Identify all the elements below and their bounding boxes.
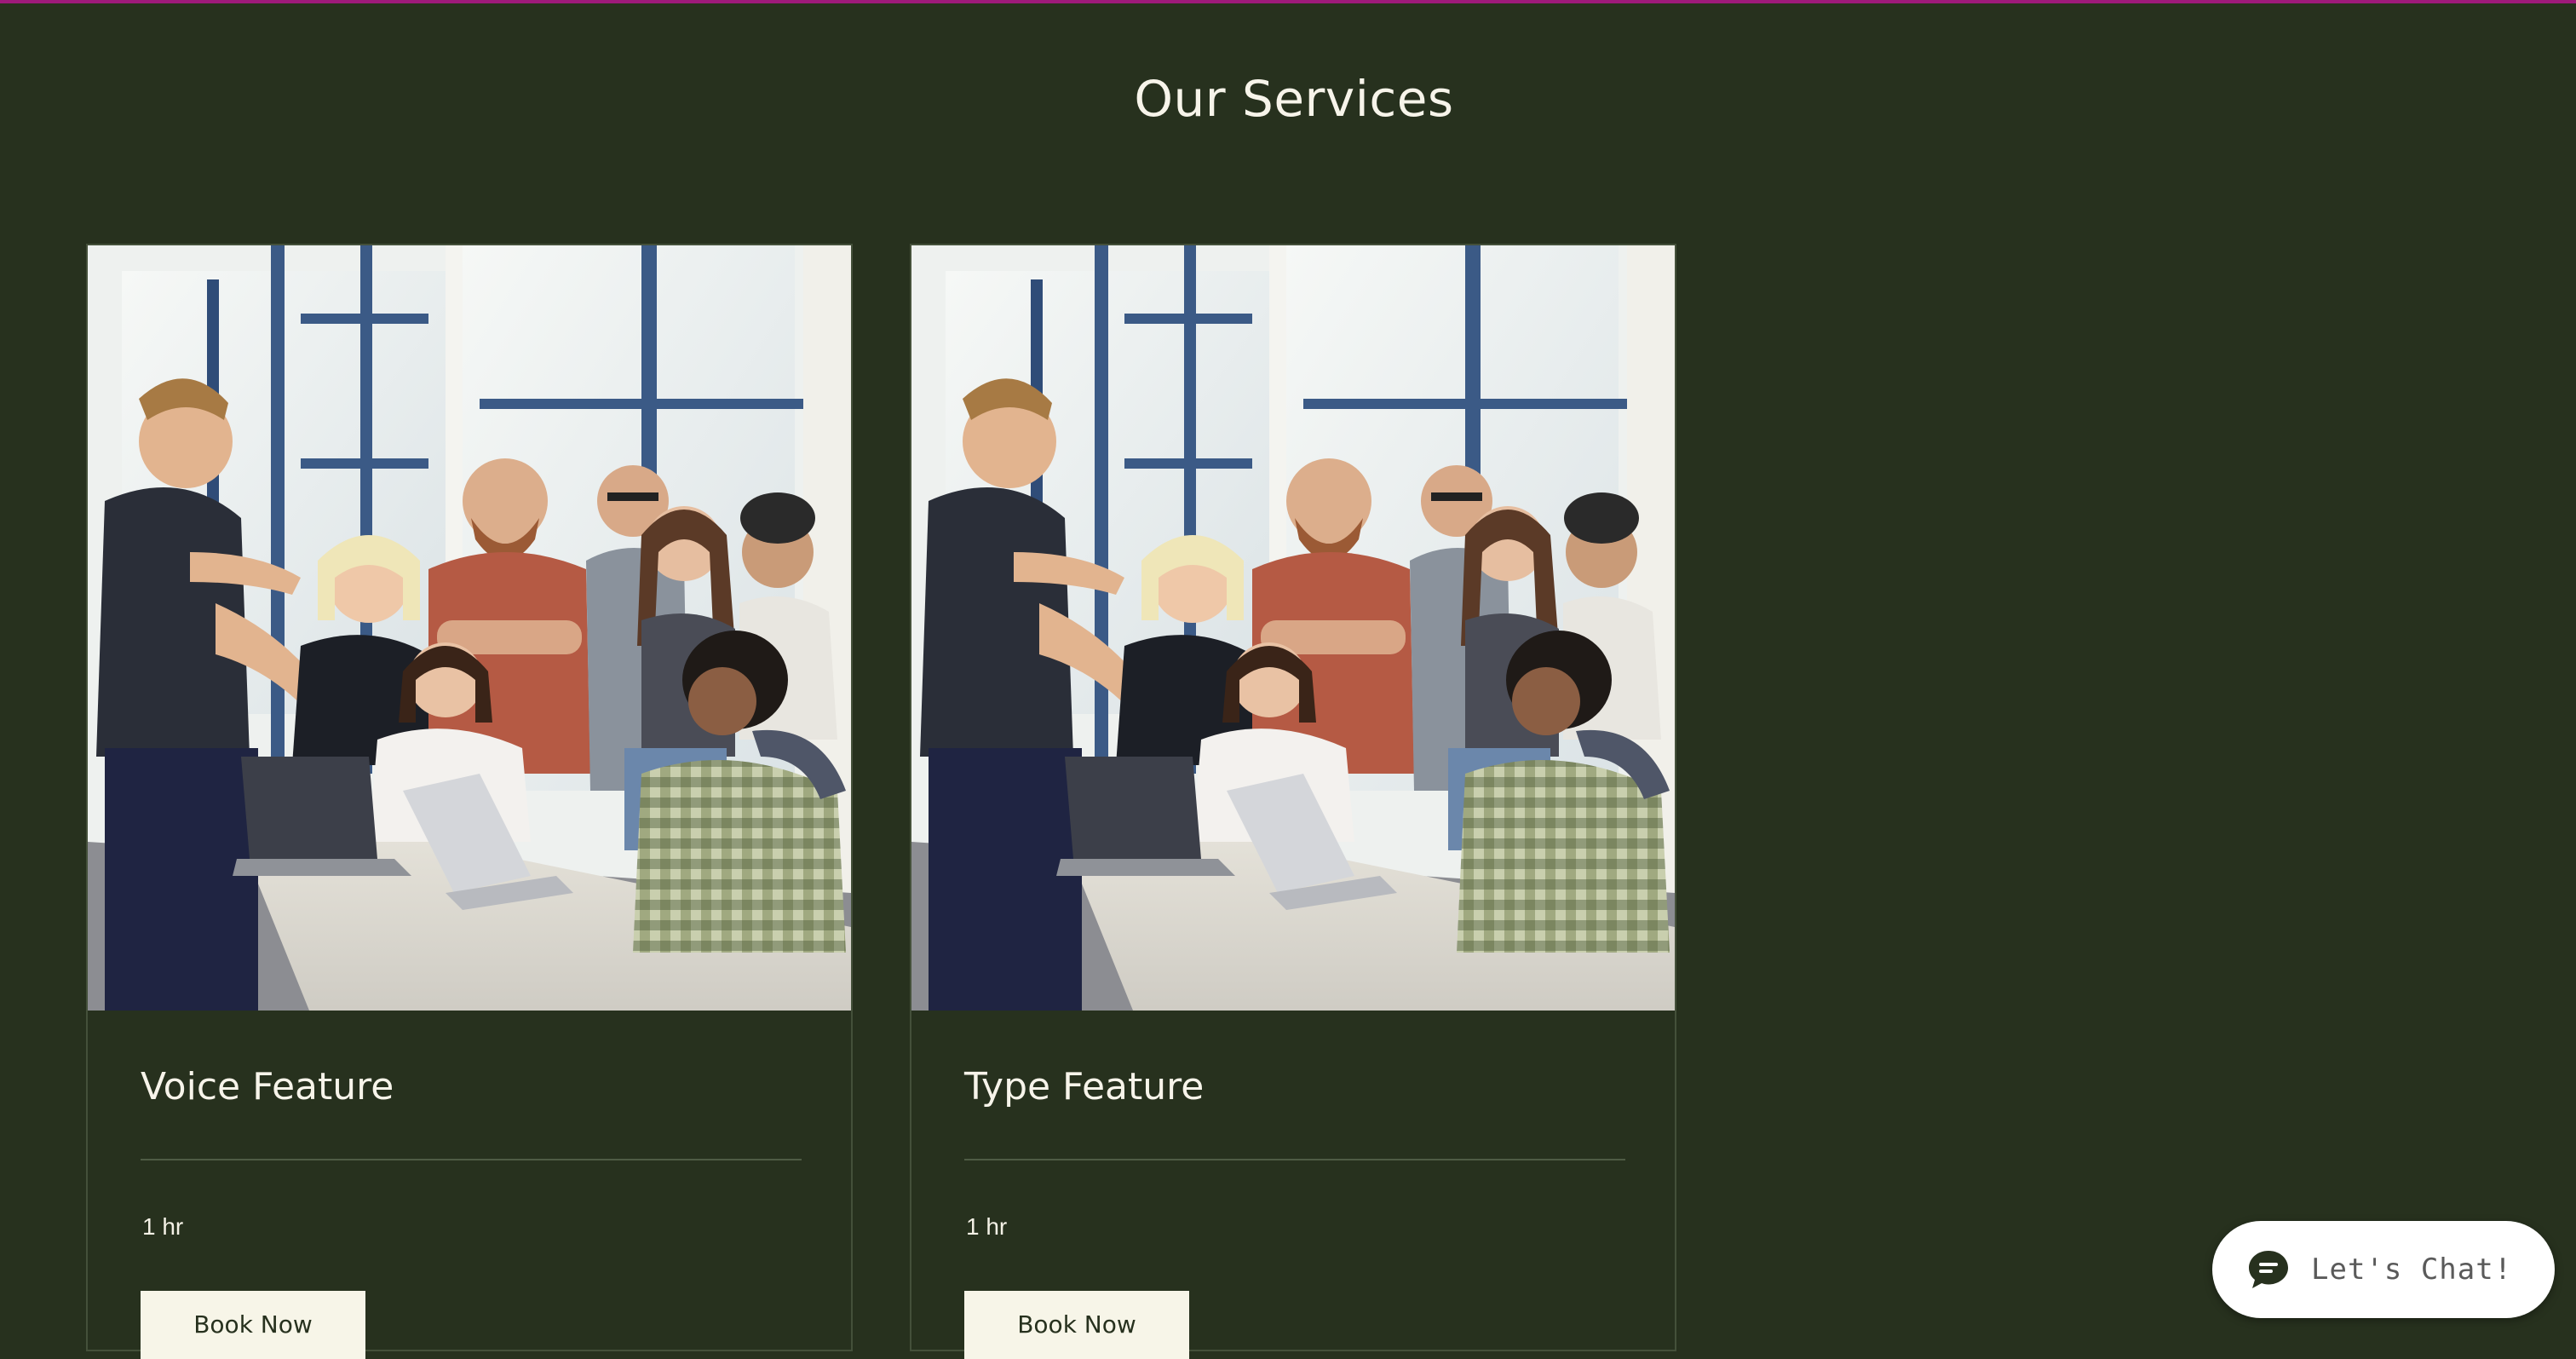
service-card: Type Feature 1 hr Book Now [910,244,1676,1359]
card-divider [964,1159,1625,1160]
service-image[interactable] [88,245,851,1011]
service-name[interactable]: Type Feature [964,1065,1204,1109]
top-accent-bar [0,0,2576,3]
service-image[interactable] [911,245,1675,1011]
card-divider [141,1159,802,1160]
chat-label: Let's Chat! [2311,1252,2513,1287]
chat-bubble-icon [2249,1251,2288,1288]
book-now-button[interactable]: Book Now [141,1291,365,1359]
service-name[interactable]: Voice Feature [141,1065,394,1109]
chat-widget-button[interactable]: Let's Chat! [2212,1221,2555,1318]
service-card: Voice Feature 1 hr Book Now [86,244,853,1359]
book-now-button[interactable]: Book Now [964,1291,1189,1359]
service-duration: 1 hr [142,1213,184,1240]
section-title: Our Services [1134,70,1454,128]
service-duration: 1 hr [966,1213,1008,1240]
